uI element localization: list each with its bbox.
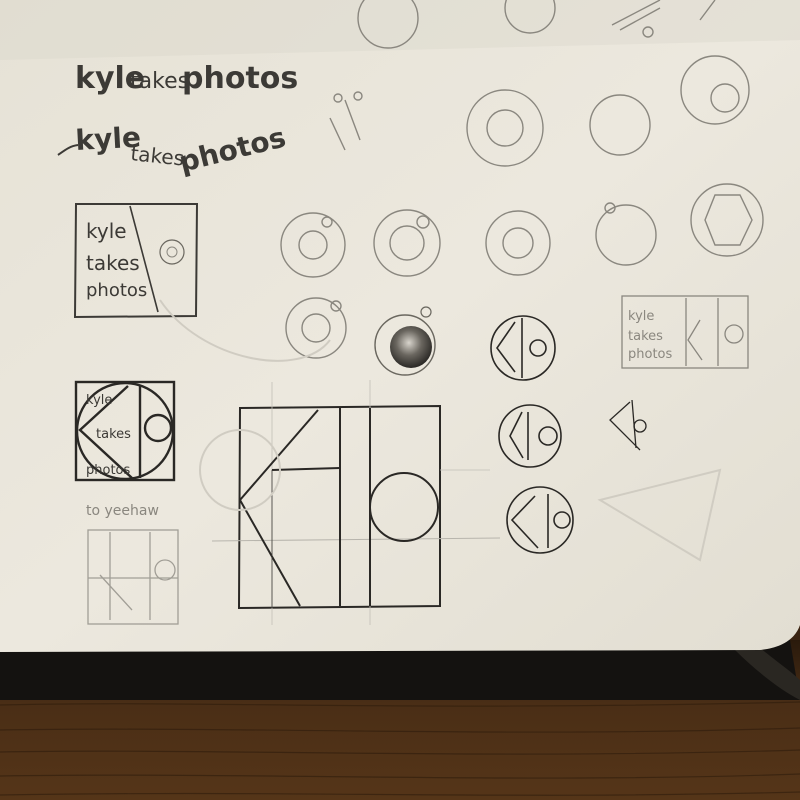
notebook-photo: kyle takes photos kyle takes photos kyle… [0, 0, 800, 800]
wordmark-photos: photos [182, 61, 298, 96]
stacked-logo-kyle: kyle [86, 219, 127, 243]
small-logo-takes: takes [628, 329, 663, 344]
wordmark-straight: kyle takes photos [75, 61, 298, 96]
note-text: to yeehaw [86, 503, 159, 519]
wordmark-takes: takes [130, 69, 189, 94]
circle-logo-kyle: kyle [86, 393, 112, 408]
circle-logo-photos: photos [86, 463, 130, 478]
small-logo-photos: photos [628, 347, 672, 362]
stacked-logo-photos: photos [86, 280, 147, 301]
paper-page [0, 0, 800, 652]
stacked-logo-takes: takes [86, 251, 140, 275]
circle-logo-takes: takes [96, 427, 131, 442]
small-logo-kyle: kyle [628, 309, 654, 324]
